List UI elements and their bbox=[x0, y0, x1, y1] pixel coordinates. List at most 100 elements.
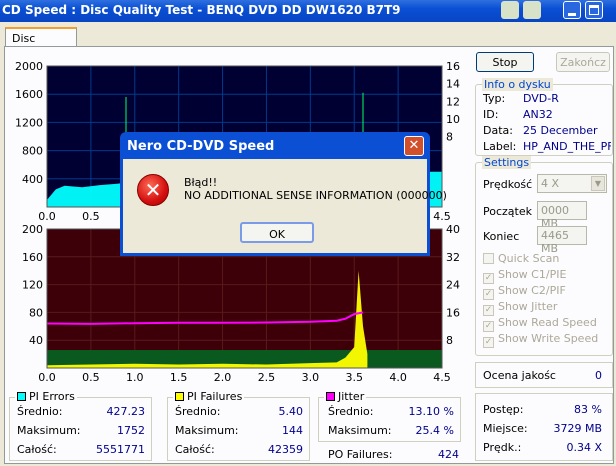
pi-failures-avg-label: Średnio: bbox=[175, 405, 221, 418]
x-tick-label: 4.5 bbox=[433, 371, 451, 384]
x-tick-label: 0.0 bbox=[38, 371, 56, 384]
speed-label: Prędkość bbox=[483, 178, 533, 191]
y-right-tick-label: 8 bbox=[446, 334, 453, 347]
pi-errors-title: PI Errors bbox=[15, 390, 77, 403]
error-icon: ✕ bbox=[137, 174, 169, 206]
y-left-tick-label: 800 bbox=[22, 145, 43, 158]
date-label: Data: bbox=[483, 124, 513, 137]
checkbox-show-read-speed[interactable]: ✓ Show Read Speed bbox=[483, 316, 597, 332]
checkbox-label: Quick Scan bbox=[498, 252, 560, 265]
x-tick-label: 3.5 bbox=[345, 371, 363, 384]
dialog-message: NO ADDITIONAL SENSE INFORMATION (000000) bbox=[184, 189, 447, 202]
id-value: AN32 bbox=[523, 108, 553, 121]
jitter-title-text: Jitter bbox=[338, 390, 365, 403]
y-right-tick-label: 12 bbox=[446, 95, 460, 108]
pi-errors-max: 1752 bbox=[117, 424, 145, 437]
quality-value: 0 bbox=[595, 369, 602, 382]
settings-group: Settings Prędkość 4 X ▼ Początek 0000 MB… bbox=[475, 156, 613, 356]
date-value: 25 December bbox=[523, 124, 598, 137]
dialog-body: ✕ Błąd!! NO ADDITIONAL SENSE INFORMATION… bbox=[123, 159, 447, 253]
quality-label: Ocena jakośc bbox=[483, 369, 556, 382]
pi-errors-total-label: Całość: bbox=[17, 443, 57, 456]
jitter-title: Jitter bbox=[324, 390, 367, 403]
pi-failures-box: PI Failures Średnio: 5.40 Maksimum: 144 … bbox=[167, 390, 310, 461]
disc-info-group: Info o dysku Typ: DVD-R ID: AN32 Data: 2… bbox=[475, 78, 613, 156]
pi-failures-max-label: Maksimum: bbox=[175, 424, 239, 437]
y-right-tick-label: 14 bbox=[446, 78, 460, 91]
pi-errors-avg-label: Średnio: bbox=[17, 405, 63, 418]
checkbox-label: Show C2/PIF bbox=[498, 284, 566, 297]
checkbox-label: Show Jitter bbox=[498, 300, 558, 313]
dialog-message-title: Błąd!! bbox=[184, 176, 218, 189]
end-input[interactable]: 4465 MB bbox=[537, 226, 587, 255]
speed-select-value: 4 X bbox=[541, 177, 560, 190]
checkbox-label: Show Write Speed bbox=[498, 332, 599, 345]
progress-value: 83 % bbox=[574, 403, 602, 416]
po-failures-value: 424 bbox=[438, 448, 459, 461]
x-tick-label: 1.0 bbox=[126, 371, 144, 384]
x-tick-label: 0.5 bbox=[82, 210, 100, 223]
pi-failures-title-text: PI Failures bbox=[187, 390, 243, 403]
y-right-tick-label: 16 bbox=[446, 60, 460, 73]
y-right-tick-label: 40 bbox=[446, 223, 460, 236]
y-right-tick-label: 24 bbox=[446, 279, 460, 292]
pi-failures-total-label: Całość: bbox=[175, 443, 215, 456]
read-speed-value: 0.34 X bbox=[566, 441, 602, 454]
jitter-avg-label: Średnio: bbox=[328, 405, 374, 418]
x-tick-label: 4.5 bbox=[433, 210, 451, 223]
disc-info-title: Info o dysku bbox=[482, 78, 553, 91]
y-left-tick-label: 2000 bbox=[15, 60, 43, 73]
checkbox-show-c2-pif[interactable]: ✓ Show C2/PIF bbox=[483, 284, 566, 300]
checkbox-show-c1-pie[interactable]: ✓ Show C1/PIE bbox=[483, 268, 566, 284]
close-button[interactable]: Zakończ bbox=[556, 52, 610, 72]
checkbox-quick-scan[interactable]: Quick Scan bbox=[483, 252, 559, 265]
x-tick-label: 1.5 bbox=[170, 371, 188, 384]
y-left-tick-label: 80 bbox=[29, 306, 43, 319]
id-label: ID: bbox=[483, 108, 499, 121]
label-label: Label: bbox=[483, 140, 517, 153]
y-left-tick-label: 1600 bbox=[15, 88, 43, 101]
pi-errors-avg: 427.23 bbox=[106, 405, 146, 418]
type-value: DVD-R bbox=[523, 92, 559, 105]
checkbox-label: Show C1/PIE bbox=[498, 268, 567, 281]
speed-select[interactable]: 4 X ▼ bbox=[537, 174, 607, 193]
start-input[interactable]: 0000 MB bbox=[537, 201, 587, 230]
quality-score-box: Ocena jakośc 0 bbox=[475, 362, 613, 388]
start-label: Początek bbox=[483, 205, 532, 218]
pi-errors-total: 5551771 bbox=[96, 443, 145, 456]
type-label: Typ: bbox=[483, 92, 506, 105]
y-left-tick-label: 40 bbox=[29, 334, 43, 347]
jitter-avg: 13.10 % bbox=[408, 405, 454, 418]
progress-label: Postęp: bbox=[483, 403, 524, 416]
jitter-box: Jitter Średnio: 13.10 % Maksimum: 25.4 % bbox=[318, 390, 461, 442]
y-right-tick-label: 16 bbox=[446, 306, 460, 319]
x-tick-label: 2.5 bbox=[258, 371, 276, 384]
x-tick-label: 0.0 bbox=[38, 210, 56, 223]
jitter-max-label: Maksimum: bbox=[328, 424, 392, 437]
position-label: Miejsce: bbox=[483, 422, 528, 435]
checkbox-show-write-speed[interactable]: ✓ Show Write Speed bbox=[483, 332, 598, 348]
pi-errors-title-text: PI Errors bbox=[29, 390, 75, 403]
read-speed-label: Prędk.: bbox=[483, 441, 522, 454]
dialog-title: Nero CD-DVD Speed bbox=[127, 139, 275, 154]
pi-errors-swatch bbox=[17, 392, 26, 401]
y-left-tick-label: 160 bbox=[22, 251, 43, 264]
po-failures-label: PO Failures: bbox=[328, 448, 393, 461]
chevron-down-icon: ▼ bbox=[591, 176, 605, 191]
y-left-tick-label: 400 bbox=[22, 173, 43, 186]
jitter-swatch bbox=[326, 392, 335, 401]
y-right-tick-label: 32 bbox=[446, 251, 460, 264]
stop-button[interactable]: Stop bbox=[476, 52, 534, 72]
dialog-close-button[interactable]: ✕ bbox=[404, 136, 424, 156]
y-right-tick-label: 10 bbox=[446, 113, 460, 126]
end-label: Koniec bbox=[483, 230, 520, 243]
pi-failures-swatch bbox=[175, 392, 184, 401]
x-tick-label: 3.0 bbox=[302, 371, 320, 384]
settings-title: Settings bbox=[482, 156, 532, 169]
x-tick-label: 0.5 bbox=[82, 371, 100, 384]
checkbox-label: Show Read Speed bbox=[498, 316, 597, 329]
ok-button[interactable]: OK bbox=[240, 222, 314, 243]
label-value: HP_AND_THE_PF bbox=[523, 140, 611, 153]
pi-failures-avg: 5.40 bbox=[278, 405, 304, 418]
checkbox-show-jitter[interactable]: ✓ Show Jitter bbox=[483, 300, 557, 316]
